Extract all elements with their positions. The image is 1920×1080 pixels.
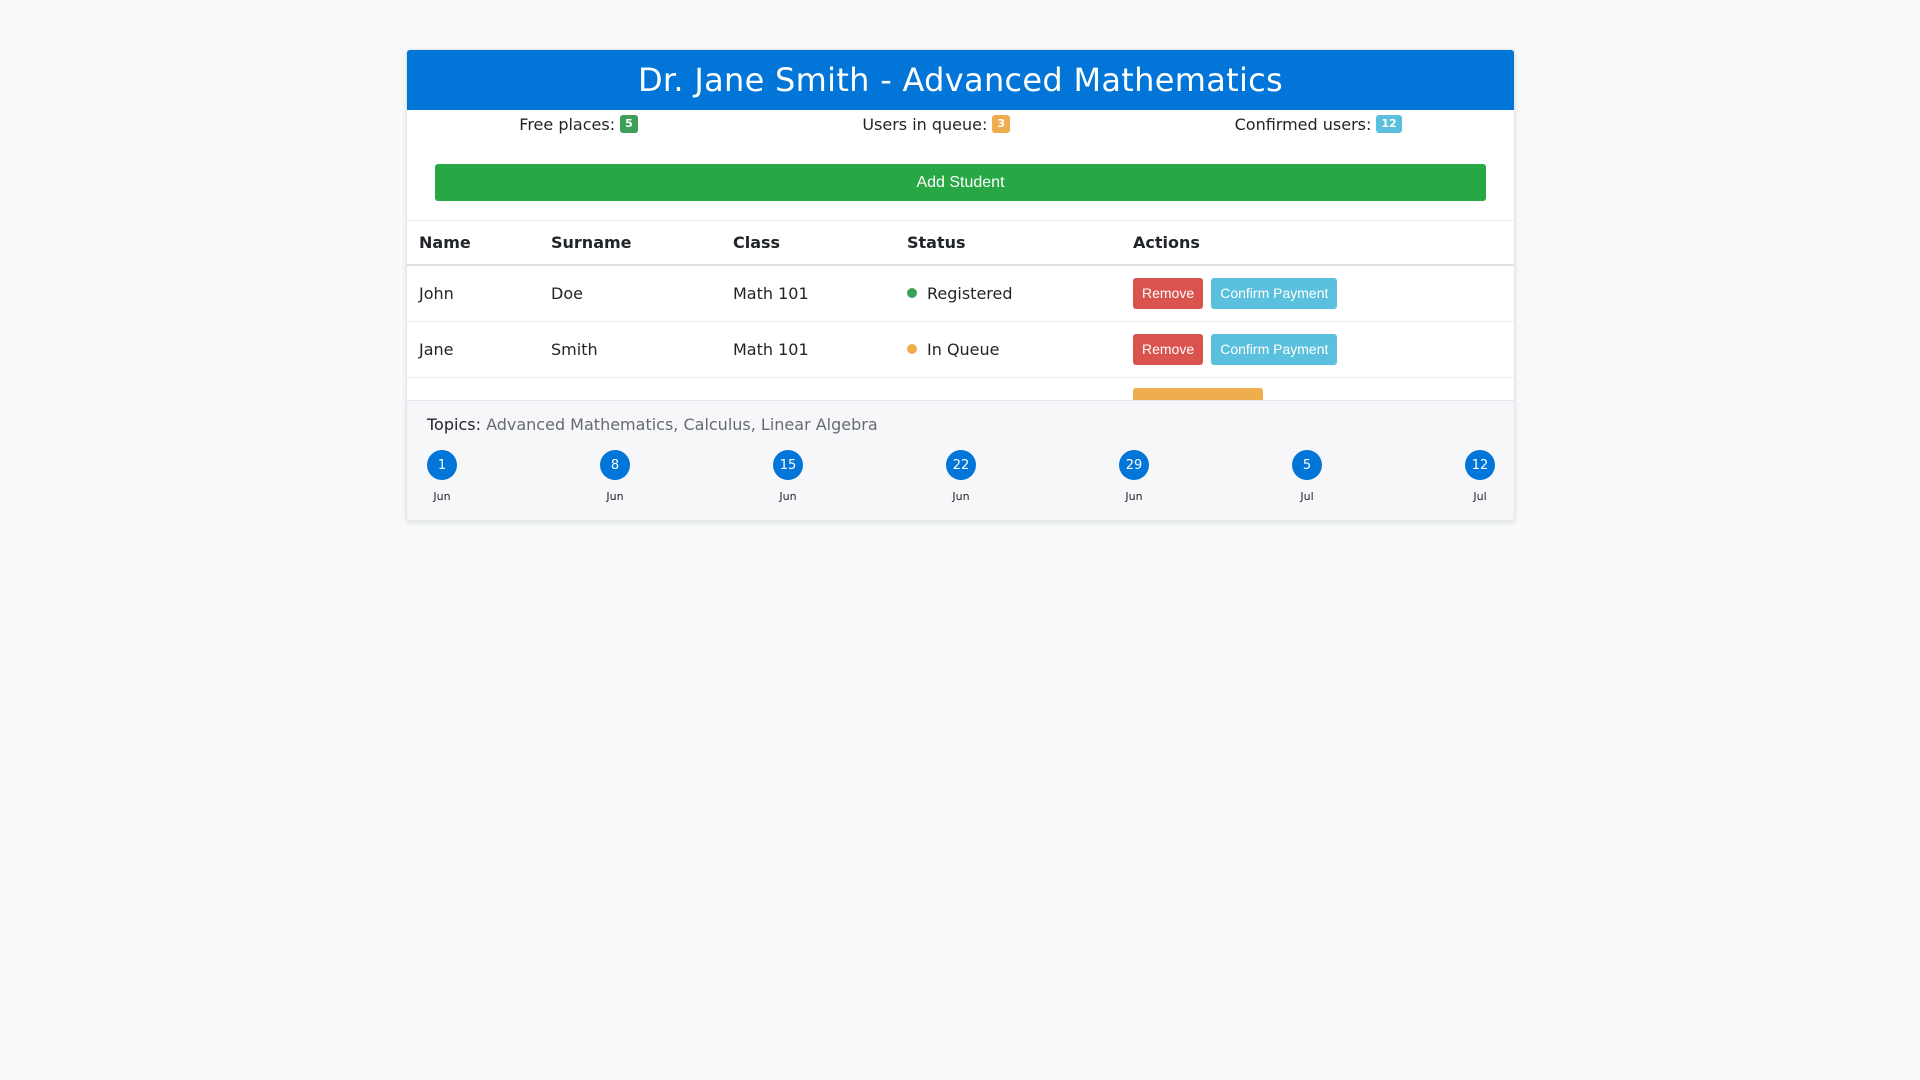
confirmed-badge: 12 xyxy=(1376,115,1402,133)
col-surname: Surname xyxy=(539,221,721,266)
free-places-stat: Free places: 5 xyxy=(519,112,638,136)
schedule-timeline: 1 Jun 8 Jun 15 Jun 22 Jun 29 Jun 5 Jul 1… xyxy=(427,450,1495,520)
timeline-item[interactable]: 29 Jun xyxy=(1114,450,1154,503)
timeline-item[interactable]: 12 Jul xyxy=(1460,450,1500,503)
timeline-item[interactable]: 5 Jul xyxy=(1287,450,1327,503)
table-header-row: Name Surname Class Status Actions xyxy=(407,221,1514,266)
topics-line: Topics: Advanced Mathematics, Calculus, … xyxy=(427,415,1494,434)
cell-surname: Doe xyxy=(539,265,721,322)
confirm-payment-button[interactable]: Confirm Payment xyxy=(1211,277,1338,309)
date-month: Jun xyxy=(606,490,624,503)
cell-name: Jane xyxy=(407,321,539,378)
status-dot-icon xyxy=(907,344,917,354)
cell-surname: Smith xyxy=(539,321,721,378)
date-circle: 29 xyxy=(1119,450,1149,480)
course-header: Dr. Jane Smith - Advanced Mathematics xyxy=(407,50,1514,110)
date-circle: 1 xyxy=(427,450,457,480)
confirmed-stat: Confirmed users: 12 xyxy=(1235,112,1402,136)
queue-badge: 3 xyxy=(992,115,1011,133)
stats-bar: Free places: 5 Users in queue: 3 Confirm… xyxy=(407,110,1514,150)
col-class: Class xyxy=(721,221,895,266)
table-row: Jane Smith Math 101 In Queue Remove Conf… xyxy=(407,321,1514,378)
date-circle: 8 xyxy=(600,450,630,480)
date-month: Jun xyxy=(779,490,797,503)
date-month: Jul xyxy=(1300,490,1314,503)
course-title: Dr. Jane Smith - Advanced Mathematics xyxy=(637,61,1284,99)
remove-button[interactable]: Remove xyxy=(1133,277,1204,309)
cell-status: Registered xyxy=(895,265,1121,322)
date-month: Jun xyxy=(952,490,970,503)
col-name: Name xyxy=(407,221,539,266)
timeline-item[interactable]: 15 Jun xyxy=(768,450,808,503)
date-month: Jul xyxy=(1473,490,1487,503)
timeline-item[interactable]: 22 Jun xyxy=(941,450,981,503)
free-places-label: Free places: xyxy=(519,114,616,134)
topics-value: Advanced Mathematics, Calculus, Linear A… xyxy=(486,415,878,434)
timeline-item[interactable]: 1 Jun xyxy=(422,450,462,503)
cell-class: Math 101 xyxy=(721,265,895,322)
course-footer: Topics: Advanced Mathematics, Calculus, … xyxy=(407,400,1514,520)
date-month: Jun xyxy=(1125,490,1143,503)
queue-label: Users in queue: xyxy=(862,114,988,134)
course-card: Dr. Jane Smith - Advanced Mathematics Fr… xyxy=(406,49,1515,521)
status-text: Registered xyxy=(927,283,1013,303)
add-student-wrap: Add Student xyxy=(407,164,1514,201)
col-status: Status xyxy=(895,221,1121,266)
cell-name: John xyxy=(407,265,539,322)
cell-actions: Remove Confirm Payment xyxy=(1121,321,1514,378)
cell-status: In Queue xyxy=(895,321,1121,378)
queue-stat: Users in queue: 3 xyxy=(862,112,1011,136)
date-circle: 22 xyxy=(946,450,976,480)
timeline-item[interactable]: 8 Jun xyxy=(595,450,635,503)
cell-actions: Remove Confirm Payment xyxy=(1121,265,1514,322)
free-places-badge: 5 xyxy=(620,115,638,133)
remove-button[interactable]: Remove xyxy=(1133,333,1204,365)
cell-class: Math 101 xyxy=(721,321,895,378)
status-dot-icon xyxy=(907,288,917,299)
table-row: John Doe Math 101 Registered Remove Conf… xyxy=(407,265,1514,322)
confirmed-label: Confirmed users: xyxy=(1234,114,1372,134)
status-text: In Queue xyxy=(927,339,1000,359)
col-actions: Actions xyxy=(1121,221,1514,266)
date-month: Jun xyxy=(433,490,451,503)
add-student-button[interactable]: Add Student xyxy=(435,164,1486,201)
date-circle: 12 xyxy=(1465,450,1495,480)
date-circle: 15 xyxy=(773,450,803,480)
confirm-payment-button[interactable]: Confirm Payment xyxy=(1211,333,1338,365)
topics-label: Topics: xyxy=(427,415,481,434)
date-circle: 5 xyxy=(1292,450,1322,480)
